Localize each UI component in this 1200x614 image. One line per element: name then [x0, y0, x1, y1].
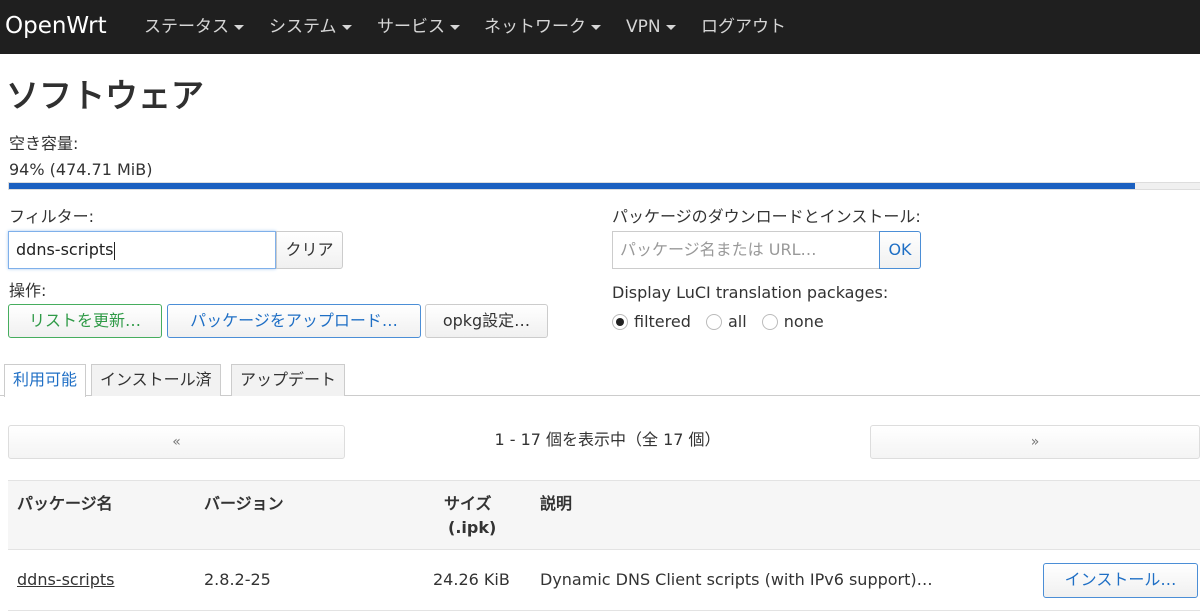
filter-label: フィルター: — [9, 207, 95, 226]
filter-input[interactable]: ddns-scripts — [8, 231, 276, 269]
translation-packages-label: Display LuCI translation packages: — [612, 283, 889, 302]
nav-menu-status[interactable]: ステータス — [144, 14, 244, 40]
actions-label: 操作: — [9, 281, 47, 300]
nav-menu-vpn[interactable]: VPN — [626, 14, 676, 40]
free-space-value: 94% (474.71 MiB) — [9, 160, 153, 179]
radio-all-label[interactable]: all — [728, 312, 747, 331]
tab-installed[interactable]: インストール済 — [91, 364, 221, 396]
tab-available[interactable]: 利用可能 — [4, 364, 87, 397]
column-header-size: サイズ — [444, 494, 492, 513]
nav-menu-services[interactable]: サービス — [377, 14, 460, 40]
table-header — [8, 480, 1200, 550]
caret-down-icon — [665, 24, 676, 30]
radio-filtered[interactable] — [612, 314, 628, 330]
free-space-progress-fill — [9, 183, 1136, 189]
column-header-version: バージョン — [204, 494, 284, 513]
caret-down-icon — [591, 24, 601, 30]
nav-menu-network[interactable]: ネットワーク — [484, 14, 601, 40]
package-version: 2.8.2-25 — [204, 570, 271, 589]
filter-input-value: ddns-scripts — [16, 240, 114, 259]
text-cursor — [114, 241, 116, 260]
nav-menu-network-label: ネットワーク — [484, 17, 586, 37]
nav-menu-logout[interactable]: ログアウト — [701, 14, 786, 40]
radio-none-label[interactable]: none — [784, 312, 824, 331]
page-title: ソフトウェア — [6, 76, 204, 115]
nav-menu-system[interactable]: システム — [269, 14, 352, 40]
nav-menu-logout-label: ログアウト — [701, 17, 786, 37]
nav-menu-services-label: サービス — [377, 17, 445, 37]
update-lists-button[interactable]: リストを更新… — [8, 304, 162, 338]
nav-menu-system-label: システム — [269, 17, 337, 37]
package-url-placeholder: パッケージ名または URL… — [620, 240, 817, 259]
pager-prev-button[interactable]: « — [8, 425, 345, 459]
free-space-label: 空き容量: — [9, 134, 79, 153]
radio-filtered-label[interactable]: filtered — [634, 312, 691, 331]
pager-next-button[interactable]: » — [870, 425, 1200, 459]
download-install-label: パッケージのダウンロードとインストール: — [612, 207, 921, 226]
radio-none[interactable] — [761, 314, 778, 330]
upload-package-button[interactable]: パッケージをアップロード… — [167, 304, 421, 338]
top-navbar: OpenWrt ステータス システム サービス ネットワーク VPN ログアウト — [0, 0, 1200, 54]
caret-down-icon — [450, 24, 460, 30]
brand-logo[interactable]: OpenWrt — [5, 11, 107, 41]
caret-down-icon — [234, 24, 244, 30]
pager-info: 1 - 17 個を表示中（全 17 個） — [494, 430, 721, 449]
caret-down-icon — [341, 24, 352, 30]
tab-updates[interactable]: アップデート — [231, 364, 346, 396]
nav-menu-status-label: ステータス — [144, 17, 229, 37]
column-header-description: 説明 — [540, 494, 573, 513]
opkg-config-button[interactable]: opkg設定… — [425, 304, 548, 338]
translation-radio-group: filtered all none — [612, 311, 834, 333]
column-header-size-unit: (.ipk) — [448, 518, 497, 537]
clear-filter-button[interactable]: クリア — [276, 231, 343, 269]
package-size: 24.26 KiB — [433, 570, 510, 589]
ok-button[interactable]: OK — [879, 231, 921, 269]
package-description: Dynamic DNS Client scripts (with IPv6 su… — [540, 570, 933, 589]
package-url-input[interactable]: パッケージ名または URL… — [612, 231, 880, 269]
radio-all[interactable] — [705, 314, 722, 330]
package-name-link[interactable]: ddns-scripts — [17, 569, 114, 591]
column-header-name: パッケージ名 — [17, 494, 113, 513]
nav-menu-vpn-label: VPN — [626, 17, 661, 37]
free-space-progress-bar — [8, 182, 1200, 190]
install-button[interactable]: インストール… — [1043, 563, 1198, 598]
table-row-divider — [8, 610, 1200, 611]
